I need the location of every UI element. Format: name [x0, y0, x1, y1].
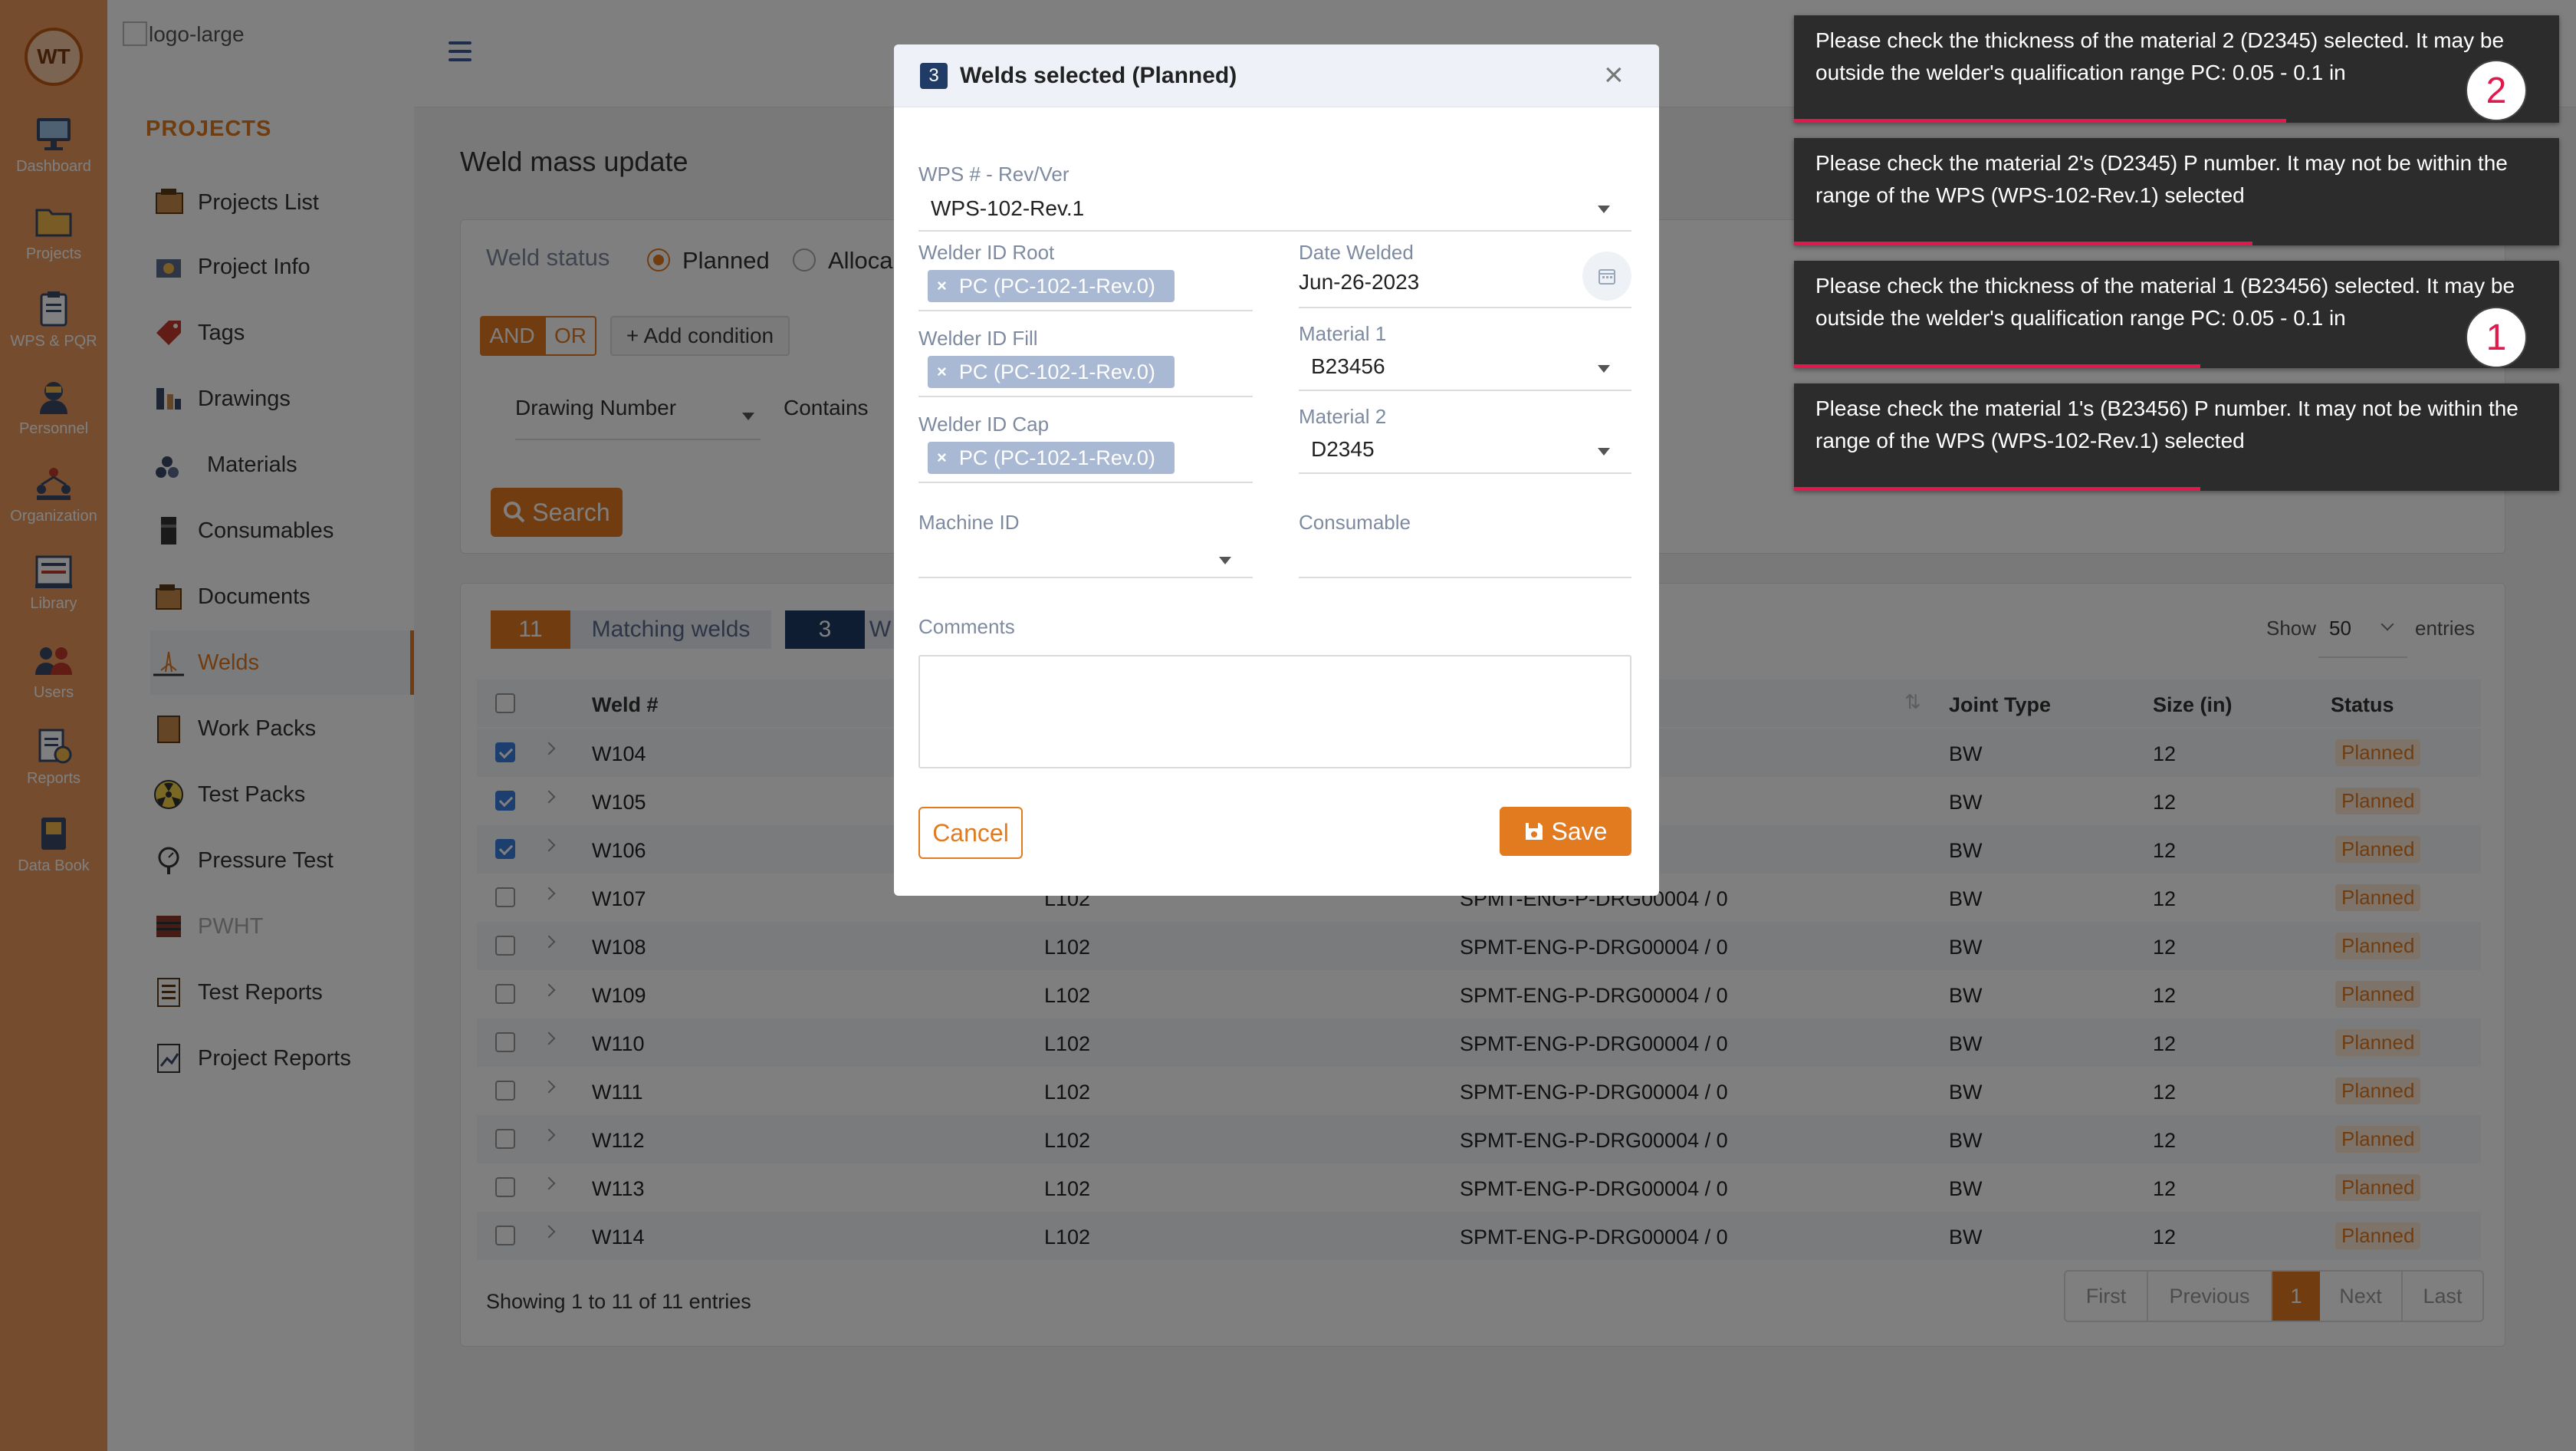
tag-text: PC (PC-102-1-Rev.0) [958, 446, 1155, 469]
selected-count-badge: 3 [920, 63, 948, 89]
divider [1299, 307, 1631, 308]
divider [1299, 472, 1631, 474]
consumable-input[interactable] [1299, 543, 1631, 574]
remove-tag-icon[interactable]: × [937, 276, 947, 296]
divider [918, 396, 1253, 397]
tag-text: PC (PC-102-1-Rev.0) [958, 274, 1155, 298]
weld-update-modal: 3 Welds selected (Planned) × WPS # - Rev… [894, 44, 1659, 896]
divider [918, 230, 1631, 232]
welder-fill-label: Welder ID Fill [918, 327, 1038, 350]
divider [1299, 390, 1631, 391]
modal-title: Welds selected (Planned) [960, 63, 1237, 88]
toast-text: Please check the material 2's (D2345) P … [1815, 151, 2508, 207]
material2-label: Material 2 [1299, 405, 1387, 428]
toast-warning[interactable]: Please check the material 2's (D2345) P … [1794, 138, 2559, 245]
toast-progress [1794, 119, 2286, 123]
divider [918, 577, 1253, 578]
tag-text: PC (PC-102-1-Rev.0) [958, 360, 1155, 383]
remove-tag-icon[interactable]: × [937, 362, 947, 382]
chevron-down-icon [1219, 557, 1231, 564]
material1-select[interactable]: B23456 [1311, 354, 1385, 379]
cancel-button[interactable]: Cancel [918, 807, 1023, 859]
toast-progress [1794, 364, 2200, 368]
welder-cap-label: Welder ID Cap [918, 413, 1050, 436]
remove-tag-icon[interactable]: × [937, 448, 947, 468]
modal-header: 3 Welds selected (Planned) × [894, 44, 1659, 107]
close-icon[interactable]: × [1604, 58, 1624, 92]
wps-select[interactable]: WPS-102-Rev.1 [931, 196, 1084, 221]
toast-progress [1794, 242, 2252, 245]
date-welded-input[interactable]: Jun-26-2023 [1299, 270, 1419, 294]
date-welded-label: Date Welded [1299, 241, 1414, 264]
welder-root-label: Welder ID Root [918, 241, 1055, 264]
toast-warning[interactable]: Please check the thickness of the materi… [1794, 261, 2559, 368]
save-icon [1525, 823, 1543, 840]
consumable-label: Consumable [1299, 511, 1411, 534]
toast-text: Please check the thickness of the materi… [1815, 274, 2515, 330]
toast-text: Please check the thickness of the materi… [1815, 28, 2505, 84]
chevron-down-icon [1598, 448, 1610, 456]
machine-id-label: Machine ID [918, 511, 1020, 534]
divider [918, 310, 1253, 311]
welder-cap-tag[interactable]: × PC (PC-102-1-Rev.0) [928, 442, 1175, 474]
comments-textarea[interactable] [918, 655, 1631, 768]
toast-progress [1794, 487, 2200, 491]
welder-root-tag[interactable]: × PC (PC-102-1-Rev.0) [928, 270, 1175, 302]
toast-warning[interactable]: Please check the thickness of the materi… [1794, 15, 2559, 123]
comments-label: Comments [918, 615, 1015, 638]
toast-warning[interactable]: Please check the material 1's (B23456) P… [1794, 383, 2559, 491]
chevron-down-icon [1598, 365, 1610, 373]
save-button[interactable]: Save [1500, 807, 1631, 856]
divider [1299, 577, 1631, 578]
calendar-icon[interactable] [1582, 252, 1631, 301]
callout-number: 2 [2466, 60, 2527, 121]
toast-text: Please check the material 1's (B23456) P… [1815, 396, 2518, 452]
chevron-down-icon [1598, 206, 1610, 213]
welder-fill-tag[interactable]: × PC (PC-102-1-Rev.0) [928, 356, 1175, 388]
wps-label: WPS # - Rev/Ver [918, 163, 1070, 186]
material2-select[interactable]: D2345 [1311, 437, 1375, 462]
callout-number: 1 [2466, 307, 2527, 368]
machine-id-select[interactable] [918, 543, 1253, 574]
save-label: Save [1551, 817, 1608, 845]
material1-label: Material 1 [1299, 322, 1387, 345]
divider [918, 482, 1253, 483]
